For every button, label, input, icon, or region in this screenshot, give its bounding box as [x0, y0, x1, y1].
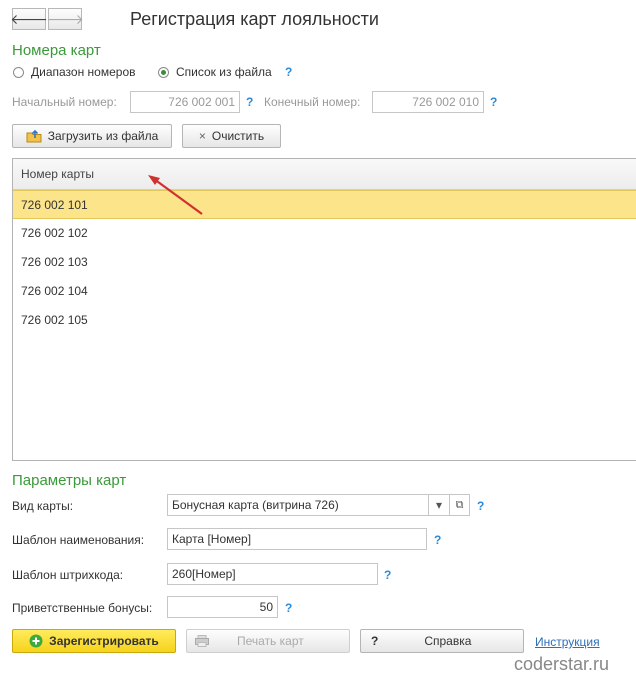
- clear-button[interactable]: × Очистить: [182, 124, 281, 148]
- name-template-field[interactable]: Карта [Номер]: [167, 528, 427, 550]
- arrow-right-icon: 🡒: [46, 10, 84, 27]
- forward-button[interactable]: 🡒: [46, 8, 84, 30]
- table-header-card-number[interactable]: Номер карты: [13, 159, 636, 190]
- print-cards-label: Печать карт: [237, 634, 304, 648]
- card-numbers-table[interactable]: Номер карты 726 002 101 726 002 102 726 …: [12, 158, 636, 461]
- end-number-label: Конечный номер:: [264, 95, 361, 109]
- welcome-bonus-label: Приветственные бонусы:: [12, 601, 153, 615]
- clear-label: Очистить: [211, 129, 265, 143]
- open-card-type-button[interactable]: ⧉: [449, 494, 470, 516]
- arrow-left-icon: 🡐: [10, 10, 48, 27]
- table-row[interactable]: 726 002 103: [13, 248, 636, 277]
- end-number-field[interactable]: 726 002 010: [372, 91, 484, 113]
- print-cards-button[interactable]: Печать карт: [186, 629, 350, 653]
- table-row[interactable]: 726 002 101: [13, 190, 636, 219]
- chevron-down-icon: ▾: [435, 498, 443, 512]
- close-icon: ×: [198, 129, 206, 143]
- help-icon[interactable]: ?: [384, 568, 391, 582]
- table-row[interactable]: 726 002 102: [13, 219, 636, 248]
- instruction-link[interactable]: Инструкция: [535, 635, 600, 649]
- load-from-file-button[interactable]: Загрузить из файла: [12, 124, 172, 148]
- load-from-file-label: Загрузить из файла: [47, 129, 159, 143]
- help-label: Справка: [424, 634, 472, 648]
- open-form-icon: ⧉: [455, 499, 464, 511]
- radio-range[interactable]: [13, 67, 24, 78]
- help-icon[interactable]: ?: [477, 499, 484, 513]
- help-button[interactable]: ? Справка: [360, 629, 524, 653]
- barcode-template-label: Шаблон штрихкода:: [12, 568, 124, 582]
- radio-list-label[interactable]: Список из файла: [176, 65, 272, 79]
- welcome-bonus-field[interactable]: 50: [167, 596, 278, 618]
- name-template-label: Шаблон наименования:: [12, 533, 145, 547]
- register-button[interactable]: Зарегистрировать: [12, 629, 176, 653]
- start-number-label: Начальный номер:: [12, 95, 117, 109]
- annotation-arrow-icon: [148, 175, 203, 215]
- register-label: Зарегистрировать: [49, 634, 159, 648]
- table-row[interactable]: 726 002 104: [13, 277, 636, 306]
- help-icon[interactable]: ?: [285, 65, 292, 79]
- barcode-template-field[interactable]: 260[Номер]: [167, 563, 378, 585]
- table-row[interactable]: 726 002 105: [13, 306, 636, 335]
- help-icon[interactable]: ?: [246, 95, 253, 109]
- section-title-card-numbers: Номера карт: [12, 42, 101, 59]
- back-button[interactable]: 🡐: [10, 8, 48, 30]
- printer-icon: [195, 635, 209, 647]
- plus-circle-icon: [29, 634, 43, 648]
- page-title: Регистрация карт лояльности: [130, 9, 379, 29]
- help-icon[interactable]: ?: [434, 533, 441, 547]
- card-type-field[interactable]: Бонусная карта (витрина 726): [167, 494, 429, 516]
- folder-upload-icon: [26, 129, 42, 143]
- radio-list-from-file[interactable]: [158, 67, 169, 78]
- section-title-card-params: Параметры карт: [12, 472, 127, 489]
- dropdown-button[interactable]: ▾: [428, 494, 450, 516]
- help-icon[interactable]: ?: [285, 601, 292, 615]
- card-type-label: Вид карты:: [12, 499, 74, 513]
- question-icon: ?: [371, 634, 379, 648]
- watermark: coderstar.ru: [514, 654, 610, 674]
- help-icon[interactable]: ?: [490, 95, 497, 109]
- start-number-field[interactable]: 726 002 001: [130, 91, 240, 113]
- radio-range-label[interactable]: Диапазон номеров: [31, 65, 136, 79]
